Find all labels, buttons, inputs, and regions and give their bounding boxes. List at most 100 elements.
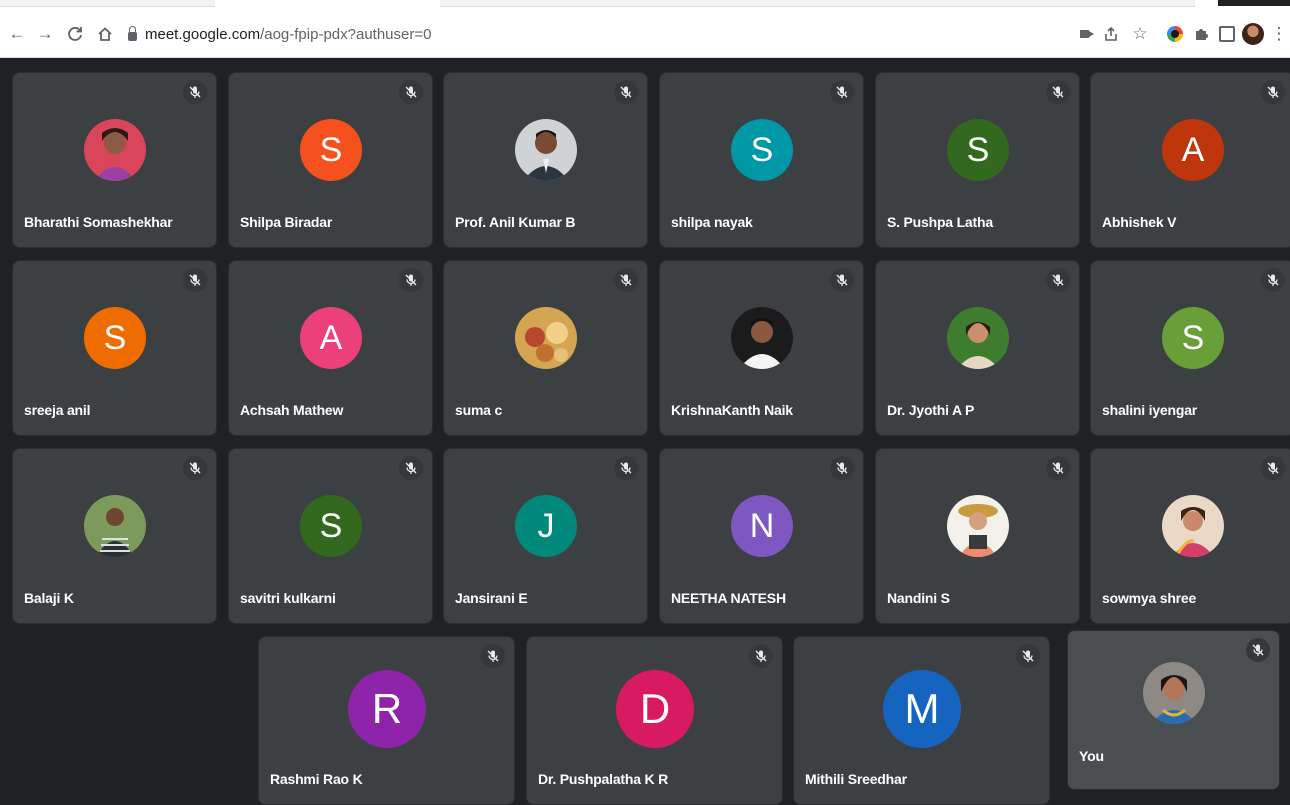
mic-off-icon bbox=[481, 644, 505, 668]
lock-icon[interactable] bbox=[128, 25, 137, 41]
mic-off-icon bbox=[830, 80, 854, 104]
participant-name: You bbox=[1079, 748, 1104, 764]
mic-off-icon bbox=[614, 80, 638, 104]
participant-tile[interactable]: S Shilpa Biradar bbox=[228, 72, 433, 248]
mic-off-icon bbox=[183, 456, 207, 480]
camera-icon[interactable] bbox=[1073, 20, 1095, 48]
mic-off-icon bbox=[1016, 644, 1040, 668]
participant-tile[interactable]: R Rashmi Rao K bbox=[258, 636, 515, 805]
avatar-photo bbox=[515, 119, 577, 181]
participant-tile[interactable]: Prof. Anil Kumar B bbox=[443, 72, 648, 248]
star-icon[interactable]: ☆ bbox=[1129, 20, 1151, 48]
participant-tile[interactable]: Ssavitri kulkarni bbox=[228, 448, 433, 624]
address-bar: ← → meet.google.com/aog-fpip-pdx?authuse… bbox=[0, 12, 1290, 58]
menu-icon[interactable]: ⋮ bbox=[1268, 20, 1290, 48]
participant-tile[interactable]: J Jansirani E bbox=[443, 448, 648, 624]
participant-tile[interactable]: M Mithili Sreedhar bbox=[793, 636, 1050, 805]
back-icon[interactable]: ← bbox=[8, 24, 26, 44]
participant-name: Mithili Sreedhar bbox=[805, 771, 907, 787]
avatar-photo bbox=[731, 307, 793, 369]
avatar-photo bbox=[84, 495, 146, 557]
participant-tile[interactable]: N NEETHA NATESH bbox=[659, 448, 864, 624]
home-icon[interactable] bbox=[96, 24, 114, 44]
forward-icon[interactable]: → bbox=[36, 24, 54, 44]
avatar-photo bbox=[84, 119, 146, 181]
url-field[interactable]: meet.google.com/aog-fpip-pdx?authuser=0 bbox=[128, 22, 431, 46]
avatar-photo bbox=[947, 307, 1009, 369]
participant-tile[interactable]: KrishnaKanth Naik bbox=[659, 260, 864, 436]
avatar-initial: S bbox=[947, 119, 1009, 181]
participant-name: Balaji K bbox=[24, 590, 74, 606]
participant-tile[interactable]: D Dr. Pushpalatha K R bbox=[526, 636, 783, 805]
mic-off-icon bbox=[614, 456, 638, 480]
participant-tile[interactable]: A Abhishek V bbox=[1090, 72, 1290, 248]
tab[interactable] bbox=[0, 0, 215, 7]
participant-tile[interactable]: Dr. Jyothi A P bbox=[875, 260, 1080, 436]
mic-off-icon bbox=[183, 268, 207, 292]
avatar-initial: S bbox=[731, 119, 793, 181]
reload-icon[interactable] bbox=[66, 24, 84, 44]
url-path: /aog-fpip-pdx?authuser=0 bbox=[260, 25, 432, 43]
sidepanel-icon[interactable] bbox=[1216, 20, 1238, 48]
participant-name: shalini iyengar bbox=[1102, 402, 1198, 418]
avatar-initial: A bbox=[1162, 119, 1224, 181]
participant-tile[interactable]: Nandini S bbox=[875, 448, 1080, 624]
mic-off-icon bbox=[614, 268, 638, 292]
self-tile[interactable]: You bbox=[1067, 630, 1280, 790]
avatar-initial: S bbox=[300, 119, 362, 181]
participant-name: NEETHA NATESH bbox=[671, 590, 786, 606]
mic-off-icon bbox=[399, 456, 423, 480]
mic-off-icon bbox=[399, 268, 423, 292]
participant-tile[interactable]: Sshalini iyengar bbox=[1090, 260, 1290, 436]
avatar-initial: S bbox=[1162, 307, 1224, 369]
participant-name: sreeja anil bbox=[24, 402, 91, 418]
participant-name: shilpa nayak bbox=[671, 214, 753, 230]
mic-off-icon bbox=[1261, 456, 1285, 480]
share-icon[interactable] bbox=[1100, 20, 1122, 48]
participant-tile[interactable]: A Achsah Mathew bbox=[228, 260, 433, 436]
participant-tile[interactable]: Sshilpa nayak bbox=[659, 72, 864, 248]
avatar-photo bbox=[515, 307, 577, 369]
participant-tile[interactable]: Ssreeja anil bbox=[12, 260, 217, 436]
avatar-initial: S bbox=[300, 495, 362, 557]
puzzle-icon[interactable] bbox=[1190, 20, 1212, 48]
mic-off-icon bbox=[830, 268, 854, 292]
mic-off-icon bbox=[183, 80, 207, 104]
mic-off-icon bbox=[749, 644, 773, 668]
participant-name: Jansirani E bbox=[455, 590, 528, 606]
participant-name: Nandini S bbox=[887, 590, 950, 606]
avatar-initial: S bbox=[84, 307, 146, 369]
participant-tile[interactable]: Bharathi Somashekhar bbox=[12, 72, 217, 248]
avatar-initial: D bbox=[616, 670, 694, 748]
participant-name: S. Pushpa Latha bbox=[887, 214, 993, 230]
avatar-initial: M bbox=[883, 670, 961, 748]
participant-name: suma c bbox=[455, 402, 503, 418]
participant-name: KrishnaKanth Naik bbox=[671, 402, 793, 418]
active-tab[interactable] bbox=[440, 0, 1195, 7]
avatar-photo bbox=[1143, 662, 1205, 724]
mic-off-icon bbox=[1246, 638, 1270, 662]
participant-tile[interactable]: sowmya shree bbox=[1090, 448, 1290, 624]
avatar-photo bbox=[1162, 495, 1224, 557]
avatar-initial: R bbox=[348, 670, 426, 748]
tab-strip bbox=[0, 0, 1290, 12]
window-controls bbox=[1218, 0, 1290, 6]
mic-off-icon bbox=[830, 456, 854, 480]
extension-icon[interactable] bbox=[1164, 20, 1186, 48]
participant-tile[interactable]: S S. Pushpa Latha bbox=[875, 72, 1080, 248]
participant-name: savitri kulkarni bbox=[240, 590, 336, 606]
participant-name: Dr. Jyothi A P bbox=[887, 402, 975, 418]
participant-name: Abhishek V bbox=[1102, 214, 1177, 230]
avatar-initial: N bbox=[731, 495, 793, 557]
participant-tile[interactable]: Balaji K bbox=[12, 448, 217, 624]
participant-name: Rashmi Rao K bbox=[270, 771, 363, 787]
profile-icon[interactable] bbox=[1242, 20, 1264, 48]
participant-grid: Bharathi Somashekhar S Shilpa Biradar Prof.… bbox=[0, 58, 1290, 805]
participant-name: Shilpa Biradar bbox=[240, 214, 333, 230]
avatar-initial: A bbox=[300, 307, 362, 369]
participant-name: Dr. Pushpalatha K R bbox=[538, 771, 669, 787]
avatar-photo bbox=[947, 495, 1009, 557]
url-host: meet.google.com bbox=[145, 25, 261, 43]
participant-tile[interactable]: suma c bbox=[443, 260, 648, 436]
participant-name: sowmya shree bbox=[1102, 590, 1197, 606]
